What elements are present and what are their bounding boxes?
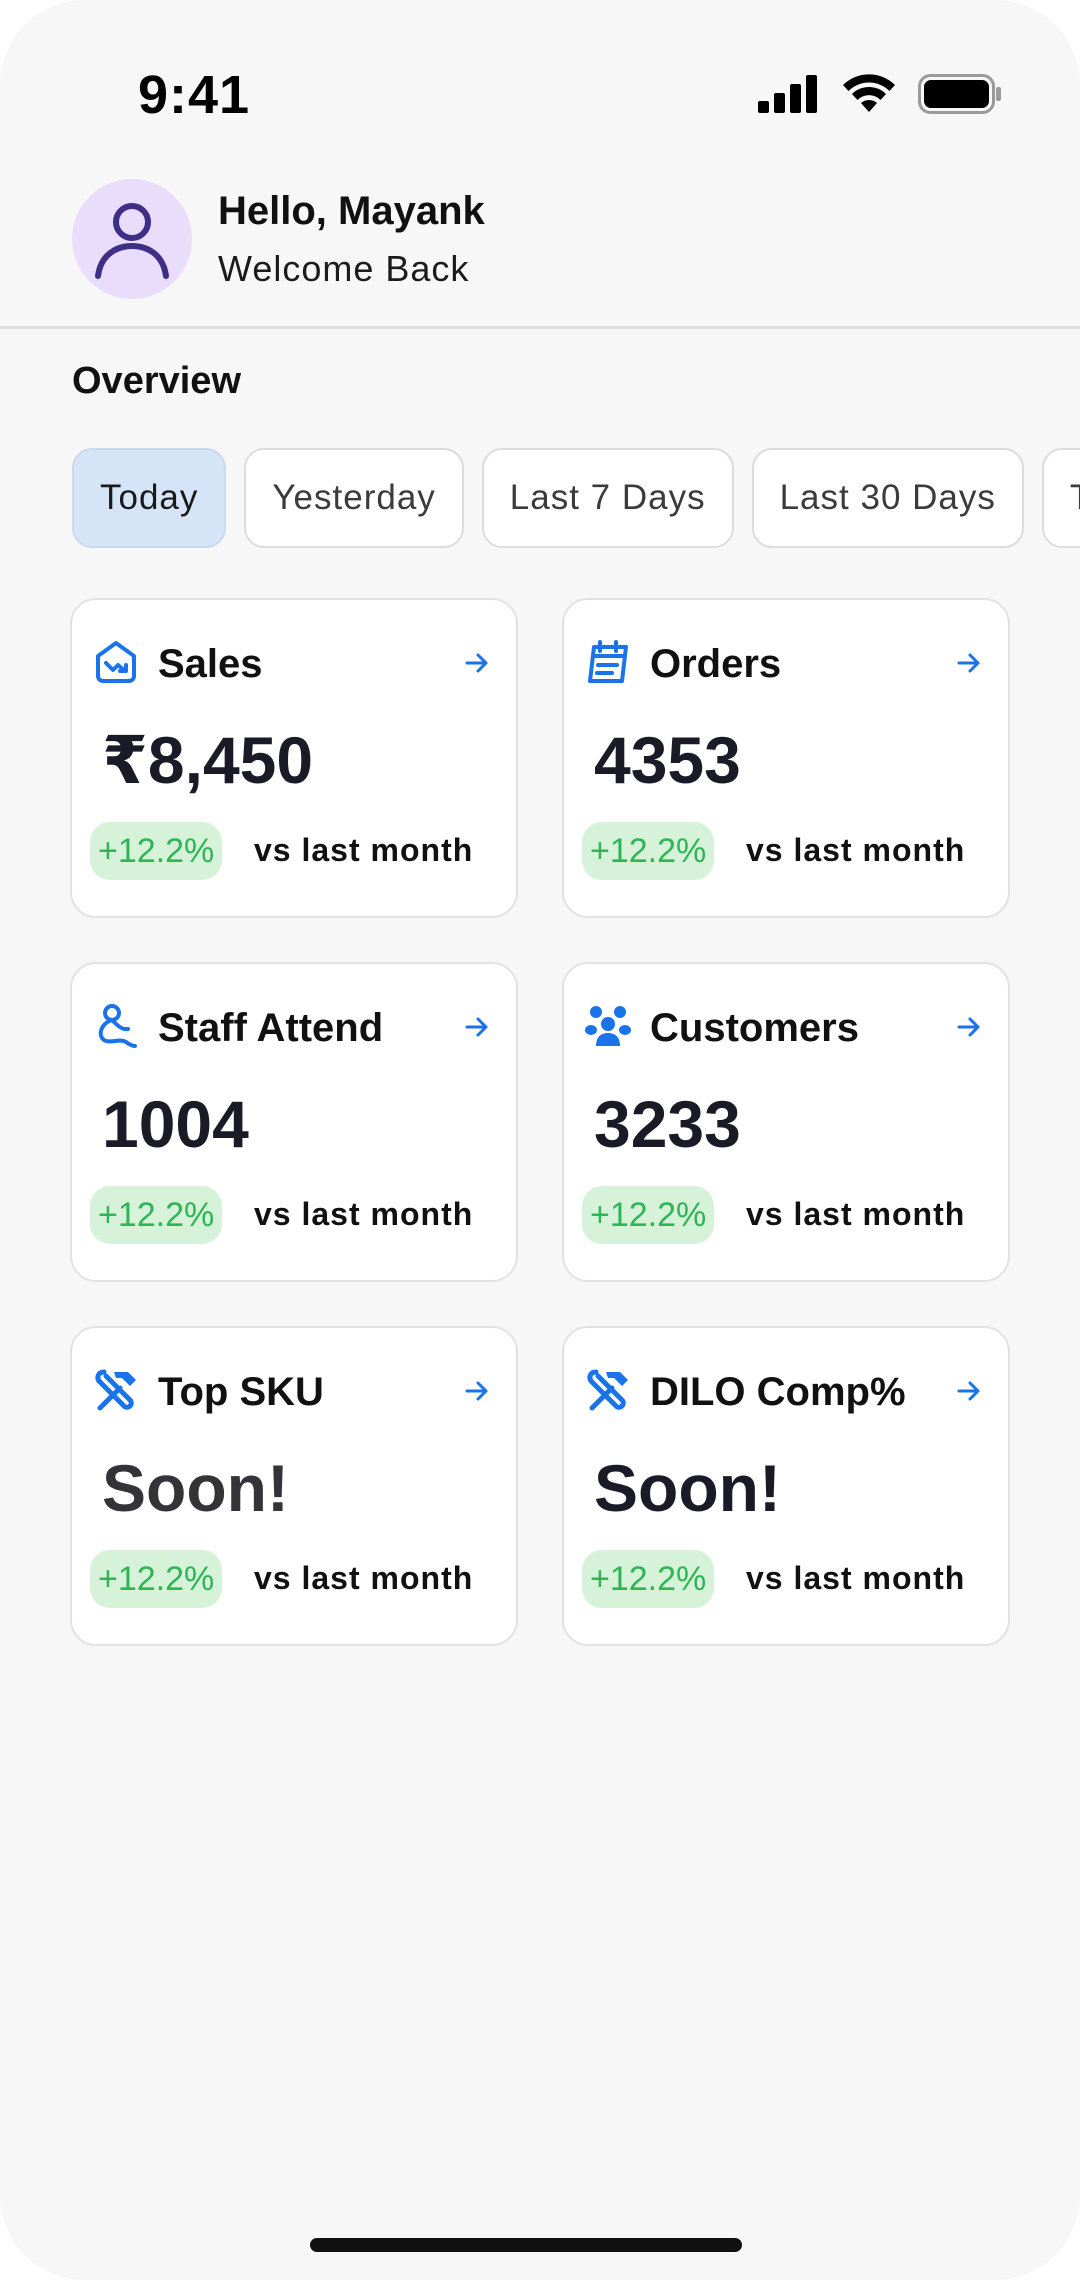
user-icon [95,203,169,279]
sales-icon [96,641,136,683]
card-value: 4353 [594,723,741,797]
greeting: Hello, Mayank [218,189,485,233]
change-badge: +12.2% [582,1550,715,1608]
avatar[interactable] [72,179,192,299]
arrow-right-icon[interactable] [462,648,492,678]
change-badge: +12.2% [90,1550,223,1608]
card-title: DILO Comp% [650,1370,906,1414]
change-badge: +12.2% [582,822,715,880]
card-title: Top SKU [158,1370,324,1414]
metric-card-customers[interactable]: Customers 3233 +12.2% vs last month [562,962,1010,1282]
card-title: Orders [650,642,782,686]
wifi-icon [843,74,895,112]
card-title: Sales [158,642,263,686]
welcome-text: Welcome Back [218,248,470,289]
battery-icon [918,74,1001,114]
card-value: Soon! [102,1451,289,1525]
status-icons [758,74,1002,114]
arrow-right-icon[interactable] [954,1376,984,1406]
signal-icon [758,75,817,113]
arrow-right-icon[interactable] [954,1012,984,1042]
customers-icon [585,1006,631,1046]
arrow-right-icon[interactable] [462,1012,492,1042]
filter-chip-more[interactable]: T [1041,448,1080,548]
compare-label: vs last month [746,1196,966,1232]
staff-icon [98,1004,137,1048]
calendar-icon [588,640,628,683]
arrow-right-icon[interactable] [462,1376,492,1406]
status-time: 9:41 [138,65,251,125]
compare-label: vs last month [746,1560,966,1596]
header-divider [0,326,1080,329]
compare-label: vs last month [746,832,966,868]
header-text: Hello, Mayank Welcome Back [218,183,485,295]
filter-chip-last-30-days[interactable]: Last 30 Days [751,448,1024,548]
card-value: ₹8,450 [102,723,314,797]
change-badge: +12.2% [90,1186,223,1244]
card-value: 1004 [102,1087,249,1161]
arrow-right-icon[interactable] [954,648,984,678]
metric-card-top-sku[interactable]: Top SKU Soon! +12.2% vs last month [70,1326,518,1646]
card-title: Customers [650,1006,859,1050]
card-value: Soon! [594,1451,781,1525]
metric-cards-grid: Sales ₹8,450 +12.2% vs last month Orders… [70,598,1010,1646]
metric-card-dilo-comp[interactable]: DILO Comp% Soon! +12.2% vs last month [562,1326,1010,1646]
compare-label: vs last month [254,1560,474,1596]
filter-chip-last-7-days[interactable]: Last 7 Days [481,448,734,548]
compare-label: vs last month [254,832,474,868]
app-screen: 9:41 Hello, Mayank Welcome Back Overview… [0,0,1080,2280]
metric-card-orders[interactable]: Orders 4353 +12.2% vs last month [562,598,1010,918]
card-value: 3233 [594,1087,741,1161]
change-badge: +12.2% [90,822,223,880]
metric-card-staff-attend[interactable]: Staff Attend 1004 +12.2% vs last month [70,962,518,1282]
overview-title: Overview [72,360,241,402]
profile-header: Hello, Mayank Welcome Back [72,178,1012,300]
date-filter-chips: Today Yesterday Last 7 Days Last 30 Days… [72,448,1080,548]
tools-icon [587,1369,628,1411]
home-indicator[interactable] [310,2238,742,2252]
tools-icon [95,1369,136,1411]
filter-chip-today[interactable]: Today [72,448,227,548]
metric-card-sales[interactable]: Sales ₹8,450 +12.2% vs last month [70,598,518,918]
compare-label: vs last month [254,1196,474,1232]
change-badge: +12.2% [582,1186,715,1244]
status-bar: 9:41 [0,0,1080,160]
card-title: Staff Attend [158,1006,384,1050]
filter-chip-yesterday[interactable]: Yesterday [244,448,464,548]
